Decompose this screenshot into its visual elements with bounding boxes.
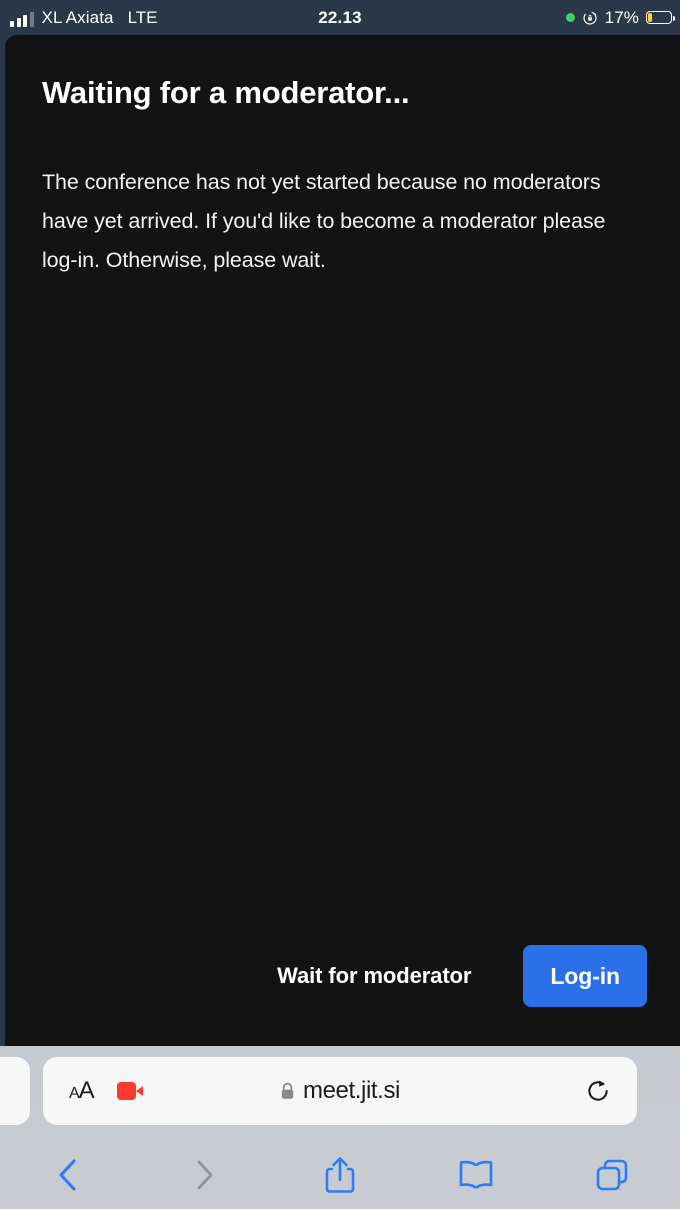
status-bar-right: 17% (565, 7, 675, 28)
forward-button[interactable] (136, 1155, 272, 1195)
wait-for-moderator-button[interactable]: Wait for moderator (277, 963, 471, 989)
adjacent-tab[interactable] (0, 1057, 30, 1125)
url-display[interactable]: meet.jit.si (43, 1077, 637, 1105)
reload-icon[interactable] (585, 1078, 611, 1104)
tab-strip: A A meet.jit.si (0, 1057, 680, 1125)
phone-screen: XL Axiata LTE 22.13 17% Waiting for a mo… (0, 0, 680, 1209)
status-bar: XL Axiata LTE 22.13 17% (0, 0, 680, 35)
chevron-left-icon (59, 1159, 76, 1191)
battery-percentage: 17% (604, 7, 639, 27)
url-text: meet.jit.si (303, 1077, 400, 1104)
book-icon (459, 1160, 493, 1189)
page-title: Waiting for a moderator... (42, 75, 410, 110)
battery-icon (646, 11, 675, 24)
tabs-button[interactable] (544, 1156, 680, 1194)
recording-indicator-icon (565, 13, 575, 22)
browser-chrome: A A meet.jit.si (0, 1046, 680, 1209)
bookmarks-button[interactable] (408, 1158, 544, 1192)
tabs-icon (596, 1159, 628, 1191)
secure-lock-icon (281, 1082, 294, 1099)
share-button[interactable] (272, 1154, 408, 1196)
web-content-area: Waiting for a moderator... The conferenc… (5, 35, 680, 1046)
browser-toolbar (0, 1141, 680, 1209)
page-body-text: The conference has not yet started becau… (42, 170, 606, 272)
share-icon (325, 1157, 355, 1193)
address-bar[interactable]: A A meet.jit.si (43, 1057, 637, 1125)
chevron-right-icon (197, 1160, 213, 1190)
back-button[interactable] (0, 1155, 136, 1195)
action-row: Wait for moderator Log-in (5, 945, 647, 1007)
rotation-lock-icon (583, 10, 597, 25)
login-button[interactable]: Log-in (523, 945, 647, 1007)
